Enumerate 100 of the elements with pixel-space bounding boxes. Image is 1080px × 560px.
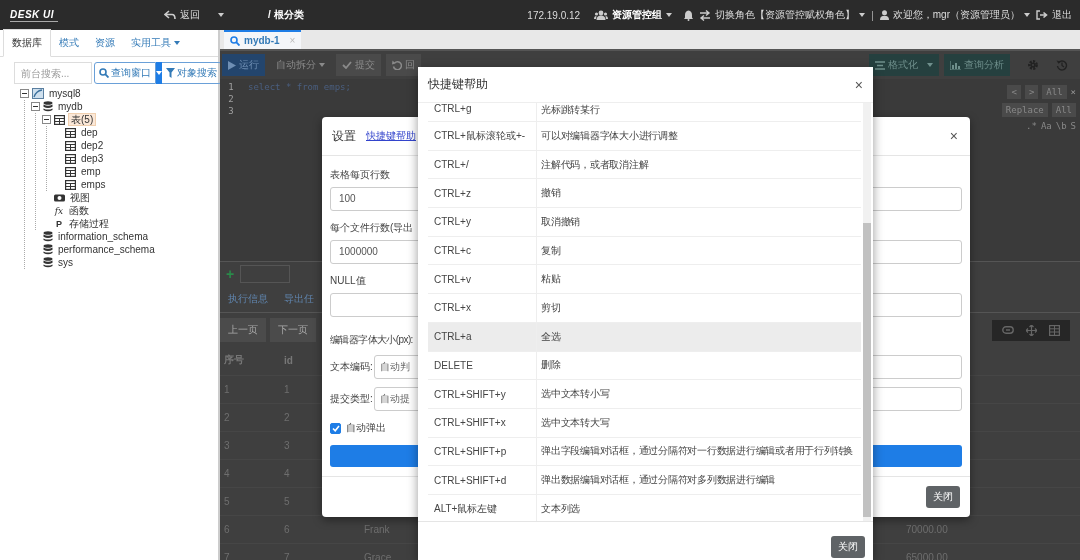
field-label: 编辑器字体大小(px): <box>330 333 413 347</box>
search-option[interactable]: Aa <box>1040 121 1052 131</box>
back-link[interactable]: 返回 <box>164 8 200 22</box>
tree-item[interactable]: mysql8 <box>47 88 83 99</box>
bell-icon[interactable] <box>684 9 694 21</box>
sidebar-tab[interactable]: 实用工具 <box>123 30 188 56</box>
settings-icon[interactable] <box>1027 59 1039 71</box>
dialog-title: 快捷键帮助 <box>428 76 488 93</box>
shortcut-help-link[interactable]: 快捷键帮助 <box>366 129 416 143</box>
collapse-icon[interactable] <box>42 115 51 124</box>
shortcut-description: 撤销 <box>540 186 562 201</box>
shortcut-description: 可以对编辑器字体大小进行调整 <box>540 128 679 143</box>
shortcut-keys: CTRL+c <box>428 236 537 265</box>
undo-icon <box>392 60 402 70</box>
user-icon <box>879 10 889 20</box>
caret-icon <box>859 13 866 17</box>
run-button[interactable]: 运行 <box>222 54 265 76</box>
close-icon[interactable]: × <box>949 128 958 144</box>
move-icon[interactable] <box>1026 324 1037 336</box>
shortcut-keys: CTRL+y <box>428 208 537 236</box>
tree-item[interactable]: 表(5) <box>68 113 97 126</box>
switch-icon <box>699 9 712 21</box>
sidebar-tab[interactable]: 资源 <box>87 30 123 56</box>
shortcut-keys: CTRL+x <box>428 294 537 322</box>
shortcut-keys: CTRL+SHIFT+y <box>428 380 537 408</box>
result-tab[interactable]: 导出任 <box>284 291 314 306</box>
sidebar-tab[interactable]: 数据库 <box>3 29 51 57</box>
ip-address: 172.19.0.12 <box>527 9 581 21</box>
table-icon <box>65 179 76 190</box>
tree-item[interactable]: emp <box>79 166 103 177</box>
link-icon[interactable] <box>1002 326 1014 334</box>
bar-chart-icon <box>950 60 961 70</box>
query-window-button[interactable]: 查询窗口 <box>94 62 156 84</box>
collapse-icon[interactable] <box>31 102 40 111</box>
logout-icon <box>1036 10 1048 20</box>
search-field[interactable]: 前台搜索... <box>14 62 92 84</box>
table-icon <box>65 140 76 151</box>
caret-icon <box>927 63 933 67</box>
find-all-button[interactable]: All <box>1042 85 1067 99</box>
user-menu[interactable]: 欢迎您，mgr（资源管理员） <box>879 8 1030 22</box>
dropdown-button[interactable] <box>156 62 162 84</box>
field-label: 提交类型: <box>330 392 374 406</box>
checkbox[interactable] <box>330 422 341 434</box>
play-icon <box>228 60 236 70</box>
dropdown-button[interactable] <box>921 54 939 76</box>
tree-item[interactable]: dep3 <box>79 153 106 164</box>
shortcut-description: 复制 <box>540 243 562 258</box>
tree-item[interactable]: dep <box>79 127 100 138</box>
close-button[interactable]: 关闭 <box>831 536 865 558</box>
check-icon <box>342 61 352 69</box>
tree-item[interactable]: mydb <box>56 101 85 112</box>
tree-item[interactable]: performance_schema <box>56 244 157 255</box>
history-icon[interactable] <box>1056 59 1068 71</box>
logout-link[interactable]: 退出 <box>1036 8 1072 22</box>
replace-all-button[interactable]: All <box>1051 103 1076 117</box>
replace-button[interactable]: Replace <box>1001 103 1048 117</box>
tree-item[interactable]: dep2 <box>79 140 106 151</box>
split-mode-menu[interactable]: 自动拆分 <box>270 54 331 76</box>
shortcut-description: 文本列选 <box>540 501 581 516</box>
shortcut-keys: CTRL+a <box>428 322 537 351</box>
close-button[interactable]: 关闭 <box>926 486 960 508</box>
close-icon[interactable]: × <box>1070 87 1076 97</box>
next-button[interactable]: > <box>1024 85 1039 99</box>
field-label: 每个文件行数(导出 <box>330 221 414 235</box>
field-label: 文本编码: <box>330 360 374 374</box>
group-menu[interactable]: 资源管控组 <box>594 8 673 22</box>
sidebar-tab[interactable]: 模式 <box>51 30 87 56</box>
result-tab[interactable]: 执行信息 <box>228 291 268 306</box>
function-icon: fx <box>54 205 64 216</box>
search-option[interactable]: \b <box>1055 121 1067 131</box>
shortcut-keys: CTRL+鼠标滚轮或+- <box>428 122 537 150</box>
previous-button[interactable]: < <box>1007 85 1021 99</box>
tree-item[interactable]: information_schema <box>56 231 151 242</box>
breadcrumb: / 根分类 <box>268 8 304 22</box>
caret-icon <box>1024 13 1030 17</box>
database-icon <box>43 257 53 268</box>
tree-item[interactable]: 视图 <box>68 190 92 205</box>
search-option[interactable]: S <box>1070 121 1076 131</box>
tree-item[interactable]: 函数 <box>67 203 91 218</box>
collapse-icon[interactable] <box>20 89 29 98</box>
code-line: select * from emps; <box>248 81 351 93</box>
server-icon <box>32 88 44 99</box>
tree-item[interactable]: emps <box>79 179 108 190</box>
format-button[interactable]: 格式化 <box>869 54 924 76</box>
shortcut-description: 选中文本转大写 <box>540 415 611 430</box>
column-header: 序号 <box>223 353 245 367</box>
role-menu[interactable]: 切换角色【资源管控赋权角色】 <box>699 8 866 22</box>
filter-icon <box>166 68 175 78</box>
shortcut-keys: CTRL+z <box>428 179 537 208</box>
close-icon[interactable]: × <box>854 76 863 93</box>
tree-item[interactable]: sys <box>56 257 75 268</box>
columns-icon[interactable] <box>1049 324 1060 336</box>
scrollbar[interactable] <box>863 103 871 521</box>
search-option[interactable]: .* <box>1026 121 1037 131</box>
shortcut-keys: CTRL+/ <box>428 150 537 179</box>
shortcut-description: 弹出数据编辑对话框，通过分隔符对多列数据进行编辑 <box>540 473 776 488</box>
shortcut-description: 选中文本转小写 <box>540 387 611 402</box>
tree-item[interactable]: 存储过程 <box>67 216 111 231</box>
analyze-button[interactable]: 查询分析 <box>944 54 1010 76</box>
editor-tab[interactable]: mydb-1 × <box>224 30 302 49</box>
